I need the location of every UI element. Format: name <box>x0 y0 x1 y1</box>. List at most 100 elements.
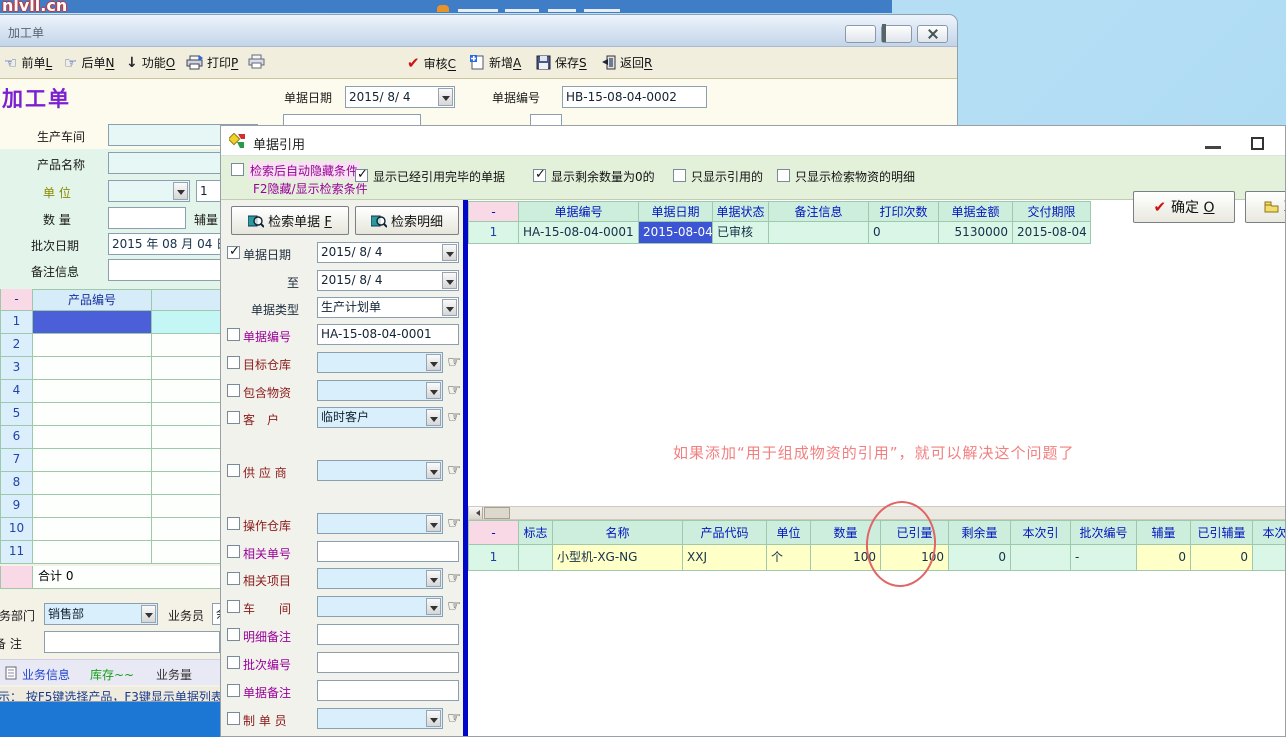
chevron-down-icon[interactable] <box>426 710 441 727</box>
doc-status-cell[interactable]: 已审核 <box>713 222 769 244</box>
workshop-combobox[interactable] <box>317 596 443 617</box>
dialog-maximize-icon[interactable] <box>1251 137 1264 150</box>
business-info-link[interactable]: 业务信息 <box>22 666 70 683</box>
cell[interactable] <box>33 518 152 541</box>
scrollbar-thumb[interactable] <box>484 507 510 519</box>
unit-ratio-input[interactable]: 1 <box>196 180 222 202</box>
cell[interactable] <box>33 380 152 403</box>
detail-note-input[interactable] <box>317 624 459 645</box>
material-checkbox[interactable] <box>227 384 240 397</box>
function-button[interactable]: ↓ 功能O <box>126 54 175 71</box>
this-ref-cell[interactable] <box>1011 545 1071 571</box>
doc-date-cell[interactable]: 2015-08-04 <box>639 222 713 244</box>
batch-no-cell[interactable]: - <box>1071 545 1137 571</box>
workshop-checkbox[interactable] <box>227 600 240 613</box>
cell[interactable] <box>33 426 152 449</box>
rel-no-checkbox[interactable] <box>227 545 240 558</box>
cell[interactable] <box>33 403 152 426</box>
remaining-qty-cell[interactable]: 0 <box>949 545 1011 571</box>
add-button[interactable]: 新增A <box>470 54 521 71</box>
only-detail-checkbox[interactable] <box>777 169 790 182</box>
cell[interactable] <box>33 449 152 472</box>
supplier-checkbox[interactable] <box>227 464 240 477</box>
ok-button[interactable]: ✔ 确定 O <box>1133 191 1235 223</box>
flag-cell[interactable] <box>519 545 553 571</box>
supplier-combobox[interactable] <box>317 460 443 481</box>
target-wh-combobox[interactable] <box>317 352 443 373</box>
this-ref-aux-cell[interactable] <box>1253 545 1286 571</box>
delivery-date-cell[interactable]: 2015-08-04 <box>1013 222 1091 244</box>
maker-combobox[interactable] <box>317 708 443 729</box>
date-to-combobox[interactable]: 2015/ 8/ 4 <box>317 270 459 291</box>
pick-hand-icon[interactable]: ☞ <box>447 597 461 615</box>
prev-doc-button[interactable]: ☜ 前单L <box>4 54 52 71</box>
date-checkbox[interactable] <box>227 246 240 259</box>
only-ref-checkbox[interactable] <box>673 169 686 182</box>
rel-no-input[interactable] <box>317 541 459 562</box>
minimize-button[interactable] <box>845 25 876 43</box>
print-preview-button[interactable] <box>248 54 265 69</box>
unit-combobox[interactable] <box>108 180 190 202</box>
pick-hand-icon[interactable]: ☞ <box>447 709 461 727</box>
chevron-down-icon[interactable] <box>442 299 457 316</box>
pick-hand-icon[interactable]: ☞ <box>447 353 461 371</box>
cell[interactable] <box>33 541 152 564</box>
dialog-titlebar[interactable]: 单据引用 <box>221 126 1285 156</box>
chevron-down-icon[interactable] <box>438 88 453 106</box>
rel-proj-checkbox[interactable] <box>227 572 240 585</box>
maximize-button[interactable] <box>881 25 912 43</box>
batch-no-checkbox[interactable] <box>227 656 240 669</box>
pick-hand-icon[interactable]: ☞ <box>447 514 461 532</box>
detail-note-checkbox[interactable] <box>227 628 240 641</box>
chevron-down-icon[interactable] <box>173 182 188 200</box>
maker-checkbox[interactable] <box>227 712 240 725</box>
print-count-cell[interactable]: 0 <box>869 222 939 244</box>
auto-hide-checkbox[interactable] <box>231 163 244 176</box>
stock-link[interactable]: 库存~~ <box>90 666 134 683</box>
chevron-down-icon[interactable] <box>426 409 441 426</box>
selected-cell[interactable] <box>33 311 152 334</box>
qty-input[interactable] <box>108 207 186 229</box>
doc-table-row[interactable]: 1 HA-15-08-04-0001 2015-08-04 已审核 0 5130… <box>468 222 1091 244</box>
customer-combobox[interactable]: 临时客户 <box>317 407 443 428</box>
cell[interactable] <box>33 334 152 357</box>
date-from-combobox[interactable]: 2015/ 8/ 4 <box>317 242 459 263</box>
chevron-down-icon[interactable] <box>442 244 457 261</box>
doc-date-combobox[interactable]: 2015/ 8/ 4 <box>345 86 455 108</box>
dept-combobox[interactable]: 销售部 <box>44 603 158 625</box>
pick-hand-icon[interactable]: ☞ <box>447 381 461 399</box>
pick-hand-icon[interactable]: ☞ <box>447 461 461 479</box>
doc-no-filter-input[interactable]: HA-15-08-04-0001 <box>317 324 459 345</box>
cell[interactable] <box>33 357 152 380</box>
batch-no-input[interactable] <box>317 652 459 673</box>
material-combobox[interactable] <box>317 380 443 401</box>
op-wh-checkbox[interactable] <box>227 517 240 530</box>
print-button[interactable]: 打印P <box>186 54 238 71</box>
chevron-down-icon[interactable] <box>442 272 457 289</box>
chevron-down-icon[interactable] <box>426 570 441 587</box>
aux-qty-cell[interactable]: 0 <box>1137 545 1191 571</box>
pick-hand-icon[interactable]: ☞ <box>447 569 461 587</box>
ref-aux-qty-cell[interactable]: 0 <box>1191 545 1253 571</box>
cancel-button[interactable]: 取消 C <box>1245 191 1286 223</box>
cell[interactable] <box>33 495 152 518</box>
search-detail-button[interactable]: 检索明细 <box>355 206 459 235</box>
customer-checkbox[interactable] <box>227 411 240 424</box>
doc-remark-cell[interactable] <box>769 222 869 244</box>
dialog-minimize-icon[interactable] <box>1205 146 1221 149</box>
doc-no-input[interactable]: HB-15-08-04-0002 <box>562 86 707 108</box>
cell[interactable] <box>33 472 152 495</box>
chevron-down-icon[interactable] <box>426 598 441 615</box>
chevron-down-icon[interactable] <box>141 605 156 623</box>
doc-amount-cell[interactable]: 5130000 <box>939 222 1013 244</box>
op-wh-combobox[interactable] <box>317 513 443 534</box>
audit-button[interactable]: ✔ 审核C <box>407 54 456 72</box>
doc-no-checkbox[interactable] <box>227 328 240 341</box>
doc-note-checkbox[interactable] <box>227 684 240 697</box>
product-code-cell[interactable]: XXJ <box>683 545 767 571</box>
chevron-down-icon[interactable] <box>426 354 441 371</box>
chevron-down-icon[interactable] <box>426 515 441 532</box>
unit-cell[interactable]: 个 <box>767 545 811 571</box>
pick-hand-icon[interactable]: ☞ <box>447 408 461 426</box>
target-wh-checkbox[interactable] <box>227 356 240 369</box>
